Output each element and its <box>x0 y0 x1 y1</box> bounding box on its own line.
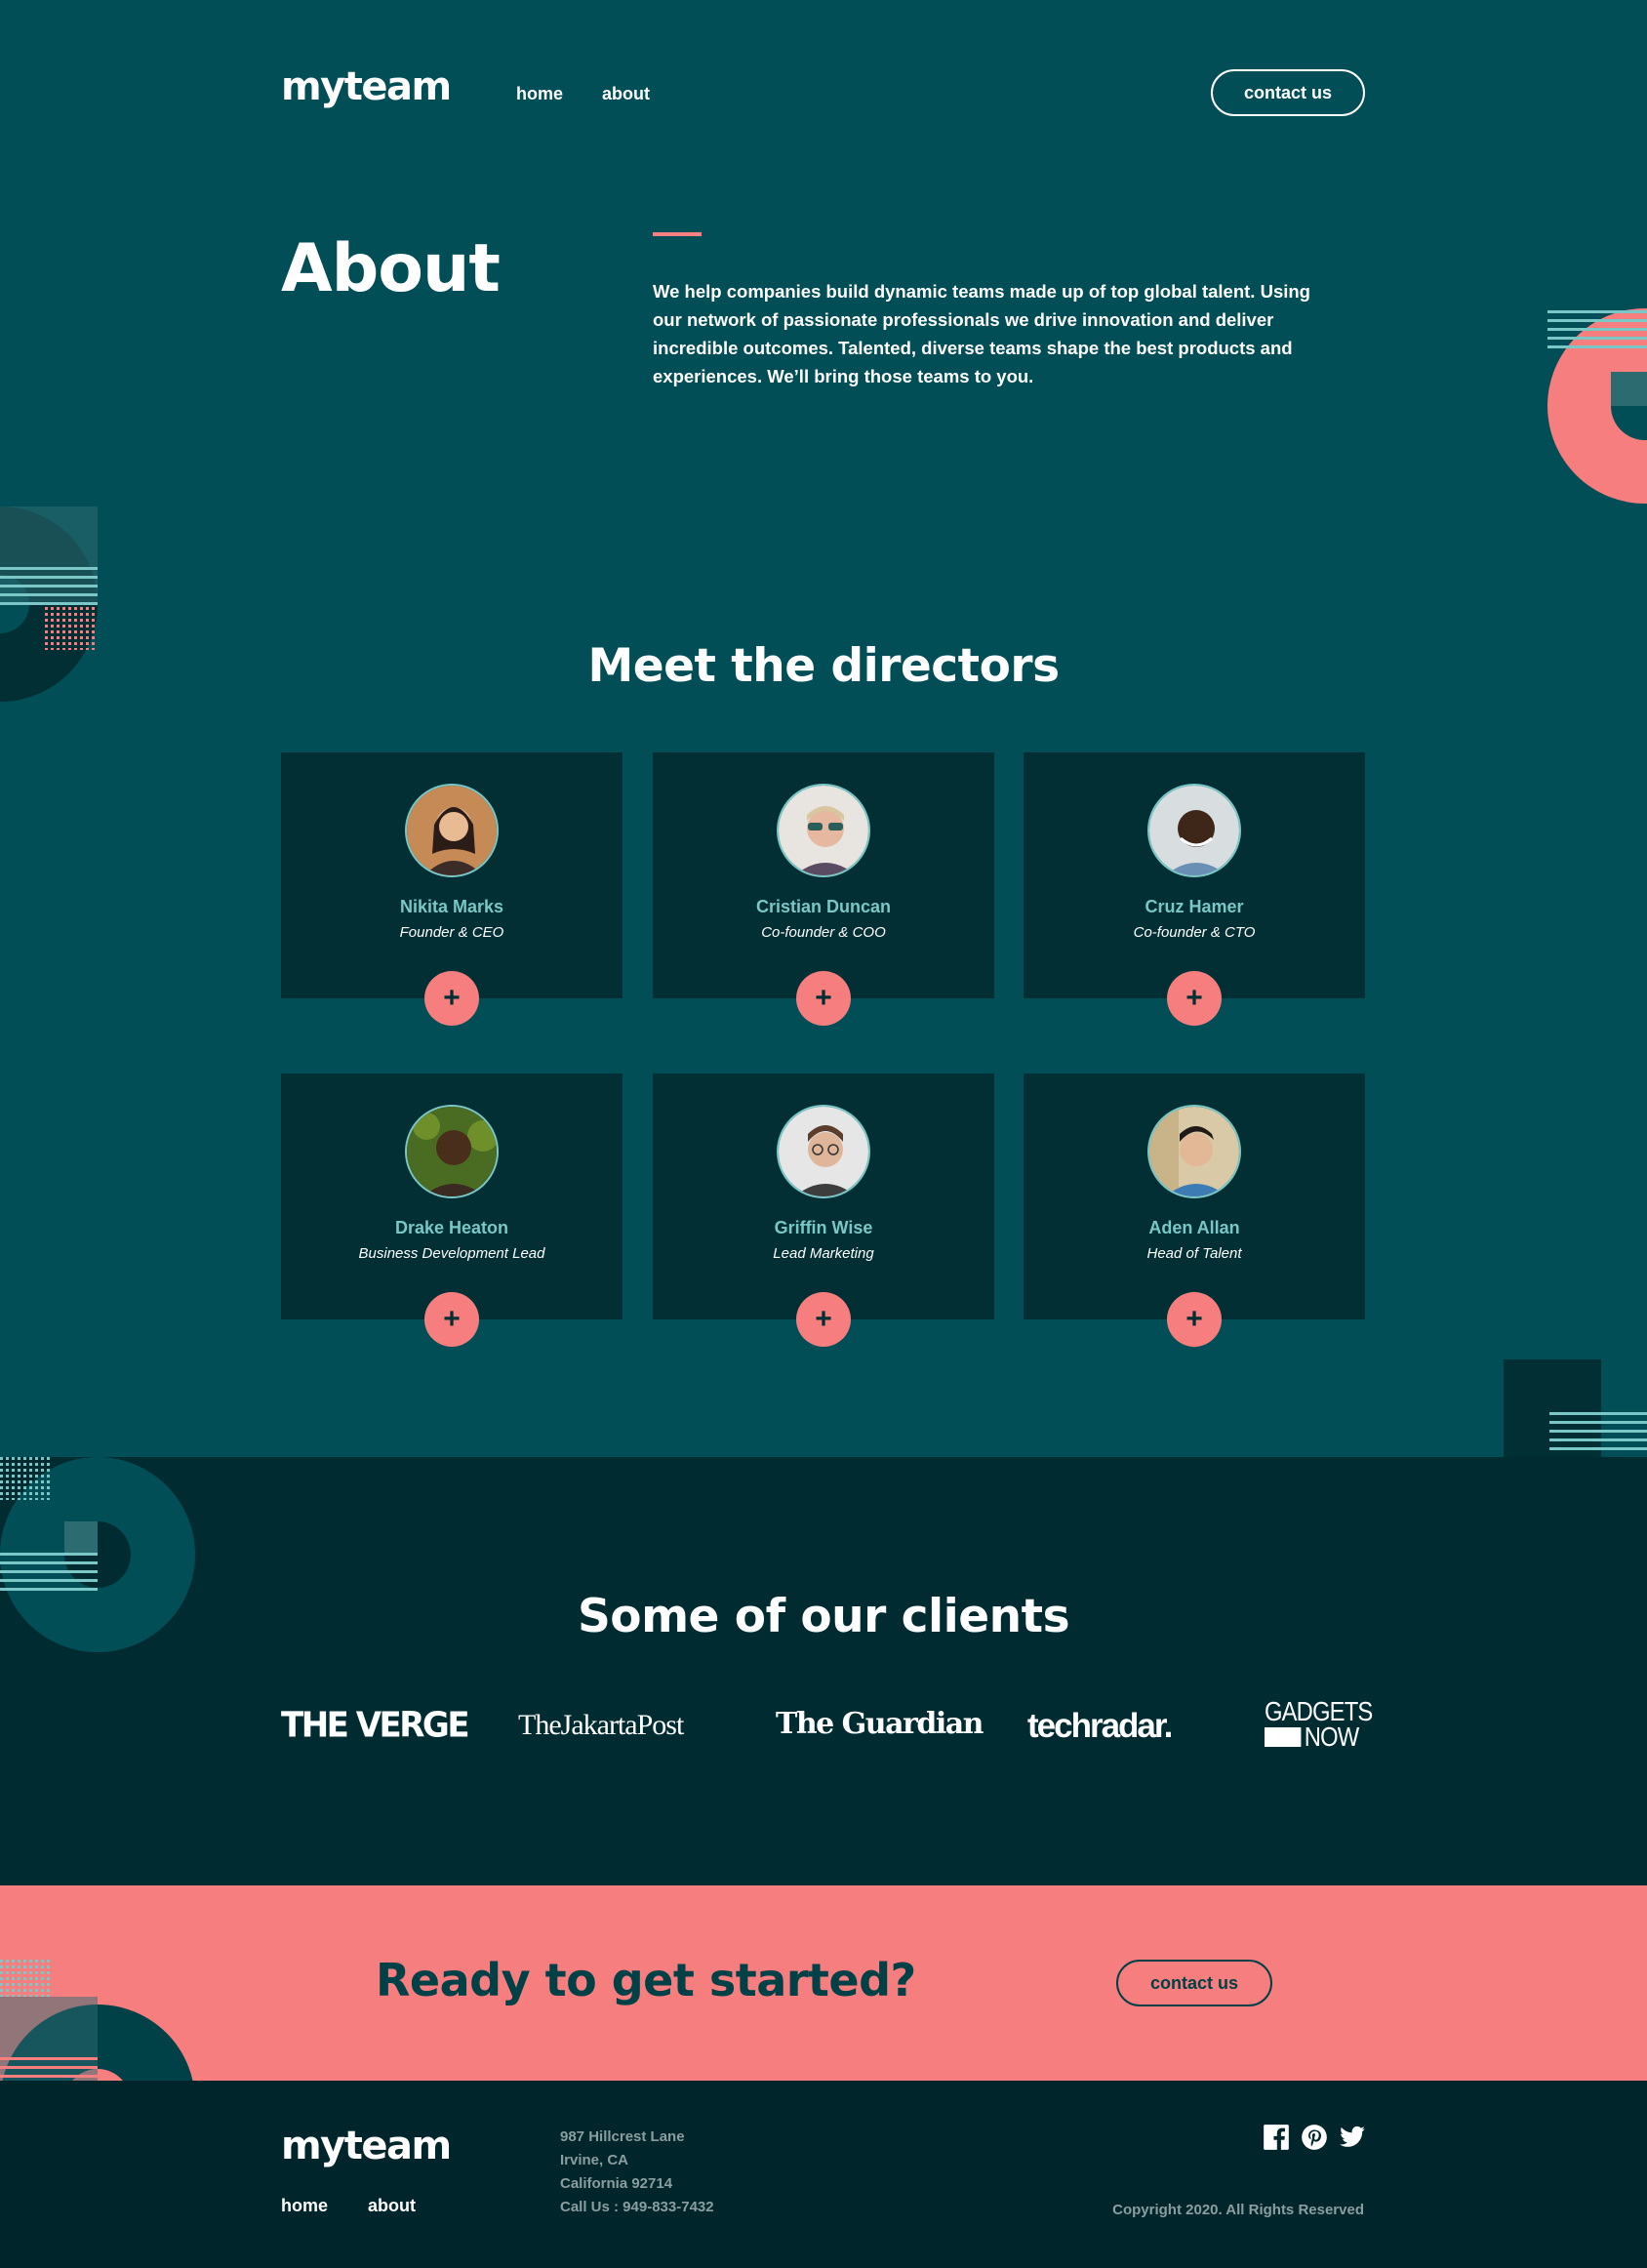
address-line: 987 Hillcrest Lane <box>560 2128 685 2145</box>
phone-line: Call Us : 949-833-7432 <box>560 2199 714 2215</box>
avatar <box>405 784 499 877</box>
directors-section: Meet the directors Nikita Marks Founder … <box>0 506 1647 1457</box>
about-description: We help companies build dynamic teams ma… <box>653 281 1310 386</box>
director-card: Cristian Duncan Co-founder & COO <box>653 752 994 998</box>
footer-nav-about-link[interactable]: about <box>368 2196 416 2216</box>
director-name: Aden Allan <box>1148 1218 1240 1237</box>
facebook-icon[interactable] <box>1263 2124 1290 2151</box>
twitter-icon[interactable] <box>1339 2124 1366 2151</box>
client-logo-gadgets-now: GADGETS NOW <box>1265 1698 1373 1752</box>
director-role: Business Development Lead <box>358 1245 545 1262</box>
client-logo-jakarta-post: TheJakartaPost <box>518 1709 684 1741</box>
expand-director-button[interactable]: + <box>1167 971 1222 1026</box>
client-logo-the-guardian: The Guardian <box>776 1707 984 1741</box>
expand-director-button[interactable]: + <box>424 971 479 1026</box>
expand-director-button[interactable]: + <box>1167 1292 1222 1347</box>
director-name: Nikita Marks <box>399 897 504 916</box>
footer-logo[interactable]: myteam <box>281 2124 452 2168</box>
page-title: About <box>281 230 501 307</box>
accent-line <box>653 232 702 236</box>
client-logo-gadgets-now-bottom: NOW <box>1304 1721 1359 1752</box>
director-role: Head of Talent <box>1146 1245 1242 1262</box>
clients-title: Some of our clients <box>577 1590 1070 1643</box>
director-name: Cruz Hamer <box>1145 897 1244 916</box>
director-role: Founder & CEO <box>399 924 504 941</box>
contact-us-button[interactable]: contact us <box>1211 69 1365 116</box>
decorative-ring-pattern <box>1547 308 1647 504</box>
cta-contact-button[interactable]: contact us <box>1116 1960 1272 2006</box>
expand-director-button[interactable]: + <box>424 1292 479 1347</box>
director-role: Lead Marketing <box>773 1245 874 1262</box>
avatar <box>777 1105 870 1198</box>
nav-home-link[interactable]: home <box>516 84 563 104</box>
director-role: Co-founder & CTO <box>1133 924 1256 941</box>
gadgets-now-bar <box>1265 1727 1302 1747</box>
footer: myteam home about 987 Hillcrest Lane Irv… <box>0 2081 1647 2268</box>
decorative-square-stripes <box>1504 1359 1647 1457</box>
avatar <box>1147 1105 1241 1198</box>
logo[interactable]: myteam <box>281 64 452 109</box>
directors-title: Meet the directors <box>587 639 1060 693</box>
director-name: Griffin Wise <box>774 1218 873 1237</box>
pinterest-icon[interactable] <box>1301 2124 1328 2151</box>
avatar <box>777 784 870 877</box>
expand-director-button[interactable]: + <box>796 971 851 1026</box>
expand-director-button[interactable]: + <box>796 1292 851 1347</box>
client-logo-techradar: techradar. <box>1027 1707 1173 1745</box>
hero-section: myteam home about contact us About We he… <box>0 0 1647 506</box>
cta-title: Ready to get started? <box>376 1954 916 2006</box>
footer-nav-home-link[interactable]: home <box>281 2196 328 2216</box>
avatar <box>405 1105 499 1198</box>
address-line: California 92714 <box>560 2175 673 2192</box>
director-name: Drake Heaton <box>394 1218 509 1237</box>
client-logo-the-verge: THE VERGE <box>281 1705 470 1746</box>
director-card: Aden Allan Head of Talent <box>1024 1073 1365 1319</box>
address-line: Irvine, CA <box>560 2152 629 2168</box>
nav-about-link[interactable]: about <box>602 84 650 104</box>
avatar <box>1147 784 1241 877</box>
director-card: Cruz Hamer Co-founder & CTO <box>1024 752 1365 998</box>
decorative-ring-pattern <box>0 1960 193 2081</box>
copyright-text: Copyright 2020. All Rights Reserved <box>1112 2202 1364 2218</box>
director-name: Cristian Duncan <box>755 897 892 916</box>
director-role: Co-founder & COO <box>761 924 886 941</box>
footer-address: 987 Hillcrest Lane Irvine, CA California… <box>560 2126 714 2219</box>
director-card: Griffin Wise Lead Marketing <box>653 1073 994 1319</box>
clients-section: Some of our clients THE VERGE TheJakarta… <box>0 1457 1647 1885</box>
director-card: Nikita Marks Founder & CEO <box>281 752 623 998</box>
cta-section: Ready to get started? contact us <box>0 1885 1647 2081</box>
director-card: Drake Heaton Business Development Lead <box>281 1073 623 1319</box>
